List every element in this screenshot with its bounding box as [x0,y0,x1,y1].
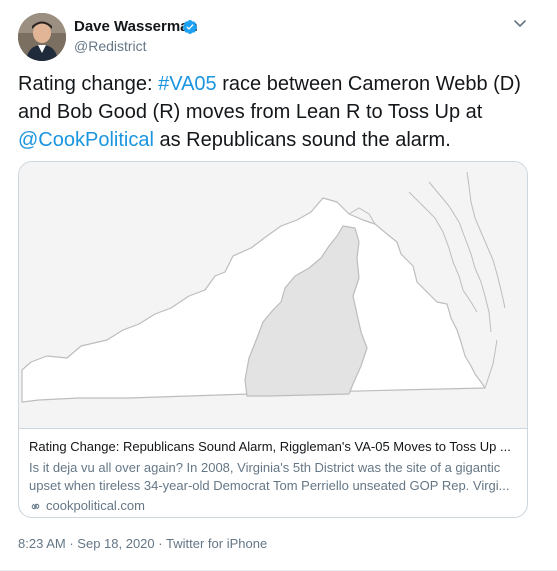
meta-separator: · [158,536,163,551]
verified-badge-icon [182,20,197,34]
meta-separator: · [69,536,74,551]
avatar[interactable] [18,13,66,61]
tweet: Dave Wasserman @Redistrict Rating change… [0,0,557,571]
link-card[interactable]: Rating Change: Republicans Sound Alarm, … [18,161,528,518]
tweet-date[interactable]: Sep 18, 2020 [77,536,154,551]
hashtag-link[interactable]: #VA05 [158,73,217,95]
mention-link[interactable]: @CookPolitical [18,129,154,151]
tweet-text: Rating change: #VA05 race between Camero… [18,70,538,154]
tweet-time[interactable]: 8:23 AM [18,536,66,551]
card-body: Rating Change: Republicans Sound Alarm, … [19,429,527,515]
card-domain-text: cookpolitical.com [46,498,145,513]
card-map-image [19,162,527,429]
virginia-district-map [19,162,527,428]
avatar-photo [18,13,66,61]
tweet-text-part: Rating change: [18,73,159,95]
tweet-meta: 8:23 AM · Sep 18, 2020 · Twitter for iPh… [18,535,267,553]
author-handle[interactable]: @Redistrict [74,37,147,55]
tweet-text-part: as Republicans sound the alarm. [153,129,451,151]
link-icon [31,503,40,509]
card-domain[interactable]: cookpolitical.com [29,497,517,515]
chevron-down-icon[interactable] [511,14,529,32]
author-name[interactable]: Dave Wasserman [74,17,198,37]
card-description: Is it deja vu all over again? In 2008, V… [29,460,510,493]
card-title[interactable]: Rating Change: Republicans Sound Alarm, … [29,438,517,456]
tweet-source[interactable]: Twitter for iPhone [166,536,267,551]
